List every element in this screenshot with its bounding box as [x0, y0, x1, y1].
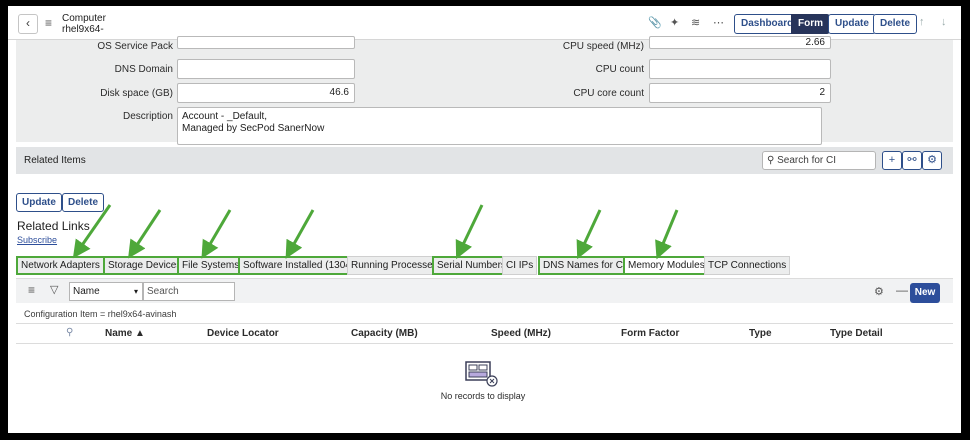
form-button[interactable]: Form — [791, 14, 830, 34]
form-header: ‹ ≡ Computer rhel9x64- 📎 ✦ ≋ ⋯ Dashboard… — [8, 6, 961, 40]
os-service-pack-field[interactable] — [177, 36, 355, 49]
menu-icon[interactable]: ≡ — [45, 16, 52, 30]
field-select-value: Name — [73, 286, 100, 297]
col-capacity[interactable]: Capacity (MB) — [351, 328, 418, 339]
activity-icon[interactable]: ✦ — [670, 16, 679, 29]
search-ci-input[interactable]: ⚲ Search for CI — [762, 151, 876, 170]
filter-breadcrumb[interactable]: Configuration Item = rhel9x64-avinash — [24, 309, 176, 319]
annotation-arrow — [201, 209, 232, 259]
dns-domain-label: DNS Domain — [114, 64, 173, 75]
dns-domain-field[interactable] — [177, 59, 355, 79]
list-search-input[interactable]: Search — [143, 282, 235, 301]
no-records-icon — [465, 361, 498, 387]
col-type-detail[interactable]: Type Detail — [830, 328, 883, 339]
arrow-up-icon[interactable]: ↑ — [919, 16, 925, 28]
cpu-count-label: CPU count — [595, 64, 644, 75]
cpu-speed-label: CPU speed (MHz) — [562, 41, 644, 52]
annotation-arrow — [285, 209, 315, 259]
new-button[interactable]: New — [910, 283, 940, 303]
os-service-pack-label: OS Service Pack — [97, 41, 173, 52]
divider — [16, 323, 953, 324]
search-icon: ⚲ — [767, 155, 775, 166]
subscribe-link[interactable]: Subscribe — [17, 235, 57, 245]
hierarchy-icon[interactable]: ⚯ — [902, 151, 922, 170]
tab-file-systems[interactable]: File Systems — [177, 256, 245, 275]
disk-space-field[interactable]: 46.6 — [177, 83, 355, 103]
tab-running-processes[interactable]: Running Processes — [347, 256, 442, 275]
gear-icon[interactable]: ⚙ — [922, 151, 942, 170]
delete-header-button[interactable]: Delete — [873, 14, 918, 34]
description-field[interactable]: Account - _Default, Managed by SecPod Sa… — [177, 107, 822, 145]
col-form-factor[interactable]: Form Factor — [621, 328, 679, 339]
col-name[interactable]: Name ▲ — [105, 328, 145, 339]
annotation-arrow — [576, 209, 602, 260]
more-options-icon[interactable]: ⋯ — [713, 16, 724, 29]
back-button[interactable]: ‹ — [18, 14, 38, 34]
filter-icon[interactable]: ▽ — [50, 283, 58, 296]
app-window: ‹ ≡ Computer rhel9x64- 📎 ✦ ≋ ⋯ Dashboard… — [8, 6, 961, 433]
col-type[interactable]: Type — [749, 328, 772, 339]
related-items-bar: Related Items ⚲ Search for CI + ⚯ ⚙ — [16, 147, 953, 174]
related-links-title: Related Links — [17, 219, 90, 233]
form-fields: OS Service Pack DNS Domain Disk space (G… — [16, 36, 953, 145]
list-settings-icon[interactable]: ⚙ — [874, 285, 884, 298]
tab-software-installed[interactable]: Software Installed (1304) — [238, 256, 360, 275]
cpu-count-field[interactable] — [649, 59, 831, 79]
record-type: Computer — [62, 13, 106, 24]
field-select[interactable]: Name ▾ — [69, 282, 143, 301]
annotation-arrow — [128, 209, 162, 259]
col-speed[interactable]: Speed (MHz) — [491, 328, 551, 339]
tab-memory-modules[interactable]: Memory Modules — [623, 256, 710, 275]
delete-button[interactable]: Delete — [62, 193, 105, 212]
list-toolbar: ≡ ▽ Name ▾ Search ⚙ — — [16, 278, 953, 303]
description-line-1: Account - _Default, — [182, 111, 268, 122]
description-line-2: Managed by SecPod SanerNow — [182, 123, 325, 134]
settings-sliders-icon[interactable]: ≋ — [691, 16, 700, 29]
tab-tcp-connections[interactable]: TCP Connections — [704, 256, 791, 275]
cpu-core-count-label: CPU core count — [573, 88, 644, 99]
tab-dns-names[interactable]: DNS Names for CIs — [538, 256, 636, 275]
column-search-icon[interactable]: ⚲ — [66, 327, 73, 338]
annotation-arrow — [655, 209, 679, 260]
related-items-label: Related Items — [24, 155, 86, 166]
update-header-button[interactable]: Update — [828, 14, 876, 34]
tab-storage-devices[interactable]: Storage Devices — [103, 256, 187, 275]
chevron-left-icon: ‹ — [26, 16, 30, 30]
tab-network-adapters[interactable]: Network Adapters — [16, 256, 105, 275]
cpu-speed-field[interactable]: 2.66 — [649, 36, 831, 49]
col-device-locator[interactable]: Device Locator — [207, 328, 279, 339]
cpu-core-count-field[interactable]: 2 — [649, 83, 831, 103]
attachment-icon[interactable]: 📎 — [648, 16, 662, 29]
disk-space-label: Disk space (GB) — [100, 88, 173, 99]
tab-serial-numbers[interactable]: Serial Numbers — [432, 256, 511, 275]
update-button[interactable]: Update — [16, 193, 62, 212]
add-icon[interactable]: + — [882, 151, 902, 170]
annotation-arrow — [455, 204, 484, 260]
list-menu-icon[interactable]: ≡ — [28, 283, 35, 297]
search-ci-placeholder: Search for CI — [777, 155, 837, 166]
arrow-down-icon[interactable]: ↓ — [941, 16, 947, 28]
record-name: rhel9x64- — [62, 24, 104, 35]
divider — [16, 343, 953, 344]
minus-icon[interactable]: — — [896, 283, 908, 297]
caret-down-icon: ▾ — [133, 287, 138, 296]
empty-state-text: No records to display — [440, 391, 526, 401]
description-label: Description — [122, 111, 173, 122]
tab-ci-ips[interactable]: CI IPs — [502, 256, 538, 275]
